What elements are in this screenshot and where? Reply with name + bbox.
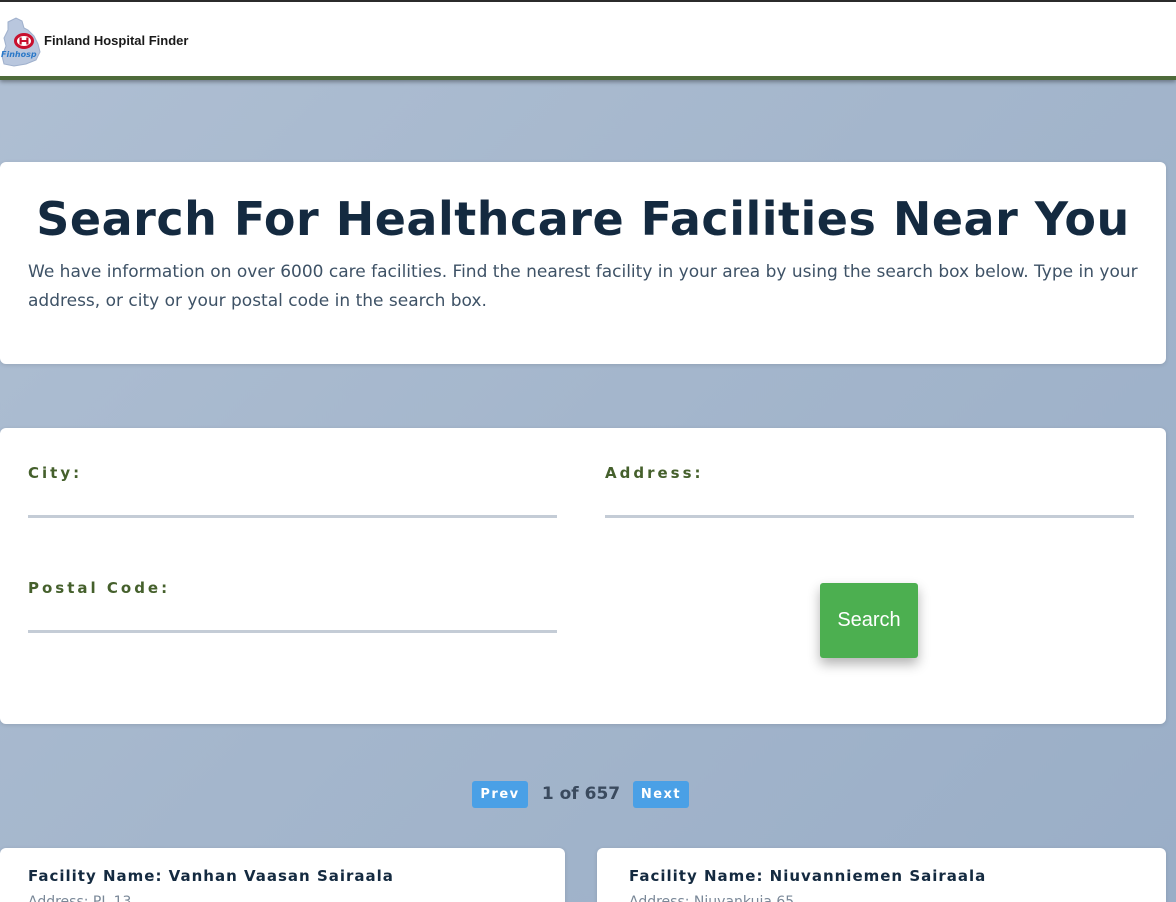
facility-name: Facility Name: Niuvanniemen Sairaala	[629, 867, 987, 885]
city-input[interactable]	[28, 485, 557, 518]
facility-name: Facility Name: Vanhan Vaasan Sairaala	[28, 867, 394, 885]
page-indicator: 1 of 657	[541, 784, 621, 804]
prev-page-button[interactable]: Prev	[472, 781, 528, 808]
next-page-button[interactable]: Next	[633, 781, 689, 808]
hero-description: We have information on over 6000 care fa…	[28, 262, 1138, 311]
brand-title[interactable]: Finland Hospital Finder	[44, 33, 188, 48]
facility-address: Address: Niuvankuja 65	[629, 894, 795, 902]
logo-wordmark: Finhosp	[1, 50, 37, 59]
city-label: City:	[28, 464, 83, 482]
facility-card[interactable]: Facility Name: Vanhan Vaasan Sairaala Ad…	[0, 848, 565, 902]
facility-address: Address: PL 13	[28, 894, 132, 902]
hero-card: Search For Healthcare Facilities Near Yo…	[0, 162, 1166, 364]
facility-card[interactable]: Facility Name: Niuvanniemen Sairaala Add…	[597, 848, 1166, 902]
search-form-card: City: Address: Postal Code: Search	[0, 428, 1166, 724]
postal-code-label: Postal Code:	[28, 579, 171, 597]
postal-code-input[interactable]	[28, 600, 557, 633]
top-navbar: Finhosp Finland Hospital Finder	[0, 0, 1176, 80]
address-label: Address:	[605, 464, 704, 482]
finhosp-logo-icon[interactable]: Finhosp	[0, 16, 46, 68]
page-title: Search For Healthcare Facilities Near Yo…	[36, 192, 1130, 246]
search-button[interactable]: Search	[820, 583, 918, 658]
address-input[interactable]	[605, 485, 1134, 518]
